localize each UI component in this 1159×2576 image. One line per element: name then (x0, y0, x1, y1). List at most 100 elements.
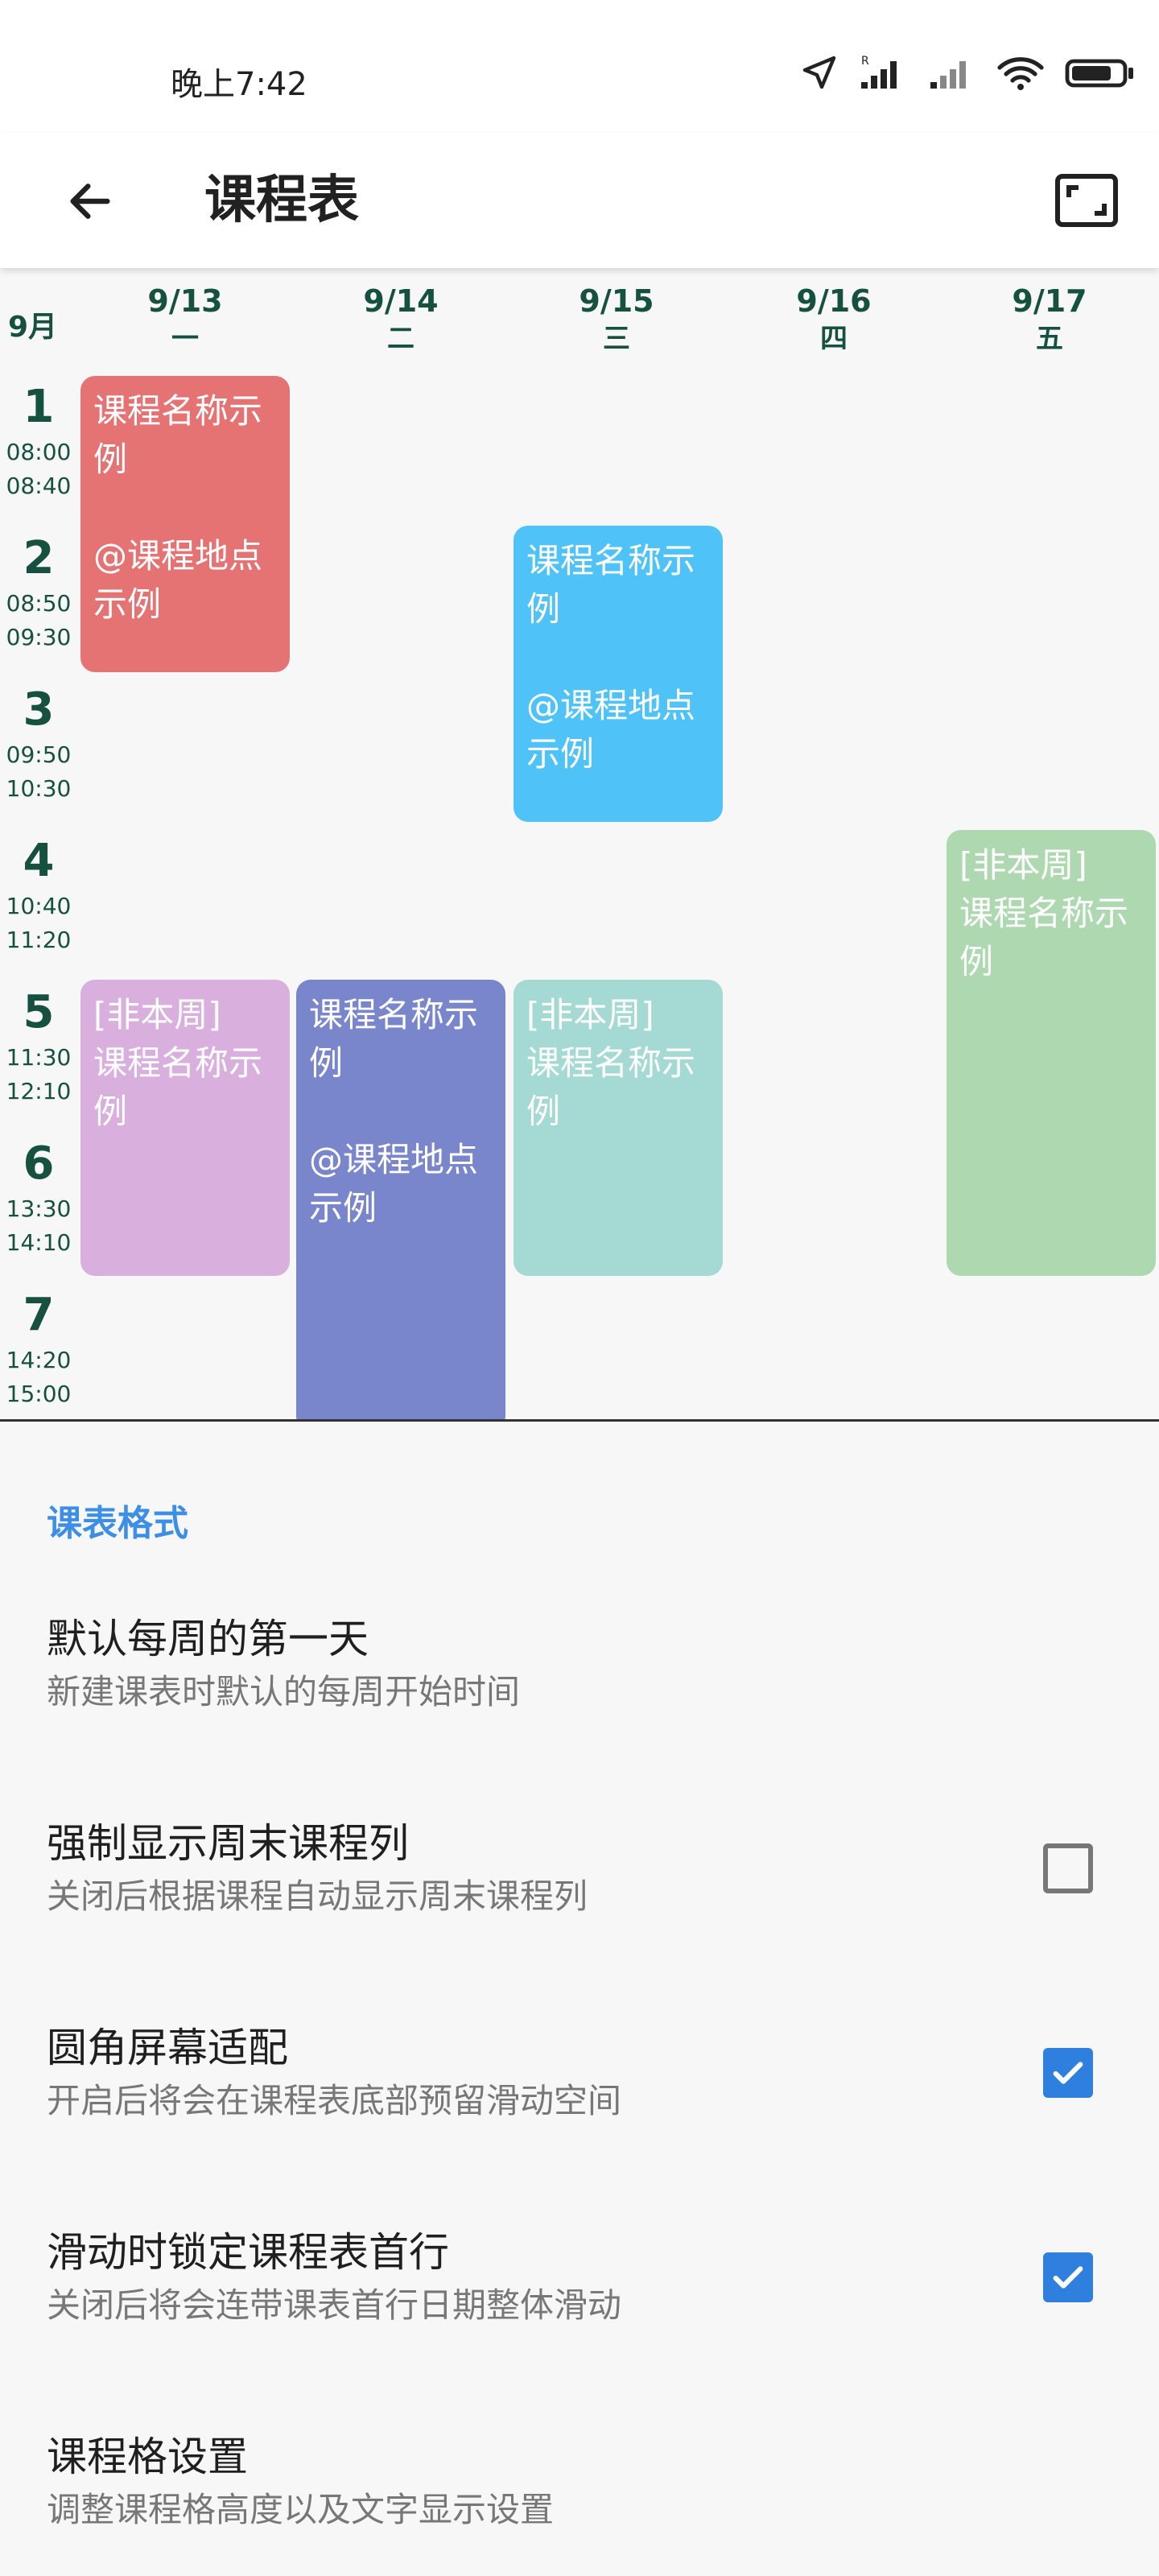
course-block-fri[interactable]: [非本周] 课程名称示例 (947, 830, 1156, 1276)
month-label: 9月 (8, 311, 58, 344)
page-title: 课程表 (204, 171, 359, 230)
fullscreen-button[interactable] (1046, 160, 1127, 241)
period-end: 11:20 (6, 927, 72, 953)
period-5: 5 11:30 12:10 (0, 985, 77, 1108)
course-name: 课程名称示例 (309, 995, 479, 1083)
course-week-tag: [非本周] (959, 845, 1087, 885)
show-weekend-checkbox[interactable] (1043, 1843, 1093, 1893)
course-location: @课程地点示例 (309, 1140, 479, 1228)
day-header-4: 9/16 四 (729, 281, 938, 357)
day-weekday: 二 (387, 323, 415, 355)
day-header-2: 9/14 二 (296, 281, 505, 357)
app-bar: 课程表 (0, 133, 1159, 268)
period-start: 14:20 (6, 1347, 72, 1373)
check-icon (1053, 2266, 1083, 2289)
period-number: 5 (23, 986, 55, 1038)
course-name: 课程名称示例 (93, 391, 263, 479)
signal-weak-icon (930, 61, 966, 89)
period-start: 10:40 (6, 893, 72, 919)
battery-icon (1065, 59, 1133, 88)
period-number: 3 (23, 683, 55, 736)
day-weekday: 四 (820, 323, 848, 355)
pref-show-weekend[interactable]: 强制显示周末课程列 关闭后根据课程自动显示周末课程列 (47, 1814, 1093, 1921)
period-3: 3 09:50 10:30 (0, 682, 77, 806)
course-block-mon-2[interactable]: [非本周] 课程名称示例 (80, 980, 290, 1276)
period-number: 7 (23, 1289, 55, 1341)
svg-text:R: R (861, 55, 869, 68)
lock-header-checkbox[interactable] (1043, 2252, 1093, 2302)
back-button[interactable] (50, 161, 130, 242)
period-end: 10:30 (6, 775, 72, 802)
course-name: 课程名称示例 (526, 1043, 696, 1131)
pref-cell-settings[interactable]: 课程格设置 调整课程格高度以及文字显示设置 (47, 2428, 1093, 2534)
wifi-icon (997, 57, 1044, 90)
course-location: @课程地点示例 (93, 536, 263, 624)
course-location: @课程地点示例 (526, 686, 696, 774)
pref-subtitle: 调整课程格高度以及文字显示设置 (47, 2490, 555, 2529)
pref-title: 强制显示周末课程列 (47, 1820, 409, 1867)
period-start: 08:00 (6, 439, 72, 465)
period-2: 2 08:50 09:30 (0, 530, 77, 654)
period-number: 1 (23, 381, 55, 433)
course-block-mon[interactable]: 课程名称示例 @课程地点示例 (80, 376, 290, 672)
period-end: 12:10 (6, 1078, 72, 1104)
day-date: 9/16 (796, 283, 872, 319)
status-bar: 晚上7:42 R (0, 0, 1159, 153)
pref-rounded-screen[interactable]: 圆角屏幕适配 开启后将会在课程表底部预留滑动空间 (47, 2019, 1093, 2125)
period-number: 4 (23, 835, 55, 887)
status-icons: R (781, 53, 1136, 92)
day-header-5: 9/17 五 (945, 281, 1154, 357)
period-1: 1 08:00 08:40 (0, 379, 77, 503)
course-week-tag: [非本周] (526, 995, 654, 1034)
day-weekday: 五 (1036, 323, 1063, 355)
period-end: 08:40 (6, 473, 72, 499)
settings-panel: 课表格式 默认每周的第一天 新建课表时默认的每周开始时间 强制显示周末课程列 关… (0, 1422, 1159, 2576)
pref-title: 默认每周的第一天 (47, 1616, 369, 1662)
section-title: 课表格式 (47, 1503, 188, 1544)
course-week-tag: [非本周] (93, 995, 221, 1034)
pref-subtitle: 关闭后将会连带课表首行日期整体滑动 (47, 2285, 622, 2325)
period-7: 7 14:20 15:00 (0, 1287, 77, 1411)
period-start: 08:50 (6, 590, 72, 617)
period-end: 14:10 (6, 1229, 72, 1256)
pref-subtitle: 关闭后根据课程自动显示周末课程列 (47, 1876, 588, 1916)
pref-subtitle: 开启后将会在课程表底部预留滑动空间 (47, 2081, 622, 2120)
status-time: 晚上7:42 (171, 66, 307, 103)
period-number: 6 (23, 1137, 55, 1190)
day-date: 9/15 (579, 283, 654, 319)
day-header-1: 9/13 一 (80, 281, 290, 357)
day-weekday: 三 (603, 323, 630, 355)
course-block-wed-2[interactable]: [非本周] 课程名称示例 (514, 980, 723, 1276)
period-start: 09:50 (6, 741, 72, 768)
period-number: 2 (23, 532, 55, 584)
day-header-3: 9/15 三 (512, 281, 721, 357)
day-weekday: 一 (171, 323, 199, 355)
period-4: 4 10:40 11:20 (0, 833, 77, 957)
period-start: 13:30 (6, 1195, 72, 1222)
course-name: 课程名称示例 (959, 894, 1129, 981)
rounded-screen-checkbox[interactable] (1043, 2048, 1093, 2098)
check-icon (1053, 2062, 1083, 2084)
day-date: 9/13 (147, 283, 223, 319)
period-end: 09:30 (6, 624, 72, 650)
pref-lock-header[interactable]: 滑动时锁定课程表首行 关闭后将会连带课表首行日期整体滑动 (47, 2223, 1093, 2330)
location-arrow-icon (802, 56, 836, 89)
period-end: 15:00 (6, 1381, 72, 1407)
arrow-left-icon (70, 184, 110, 219)
timetable[interactable]: 9月 9/13 一 9/14 二 9/15 三 9/16 四 9/17 五 1 … (0, 268, 1159, 1419)
period-6: 6 13:30 14:10 (0, 1136, 77, 1260)
course-name: 课程名称示例 (93, 1043, 263, 1131)
pref-title: 圆角屏幕适配 (47, 2025, 288, 2071)
course-block-tue[interactable]: 课程名称示例 @课程地点示例 (296, 980, 505, 1419)
signal-icon: R (861, 55, 897, 89)
pref-subtitle: 新建课表时默认的每周开始时间 (47, 1672, 521, 1711)
day-date: 9/14 (363, 283, 439, 319)
pref-first-day[interactable]: 默认每周的第一天 新建课表时默认的每周开始时间 (47, 1610, 1093, 1716)
course-name: 课程名称示例 (526, 541, 696, 629)
period-start: 11:30 (6, 1044, 72, 1071)
course-block-wed[interactable]: 课程名称示例 @课程地点示例 (514, 526, 723, 822)
pref-title: 滑动时锁定课程表首行 (47, 2229, 449, 2276)
fullscreen-icon (1055, 174, 1118, 227)
day-date: 9/17 (1012, 283, 1087, 319)
pref-title: 课程格设置 (47, 2434, 248, 2480)
